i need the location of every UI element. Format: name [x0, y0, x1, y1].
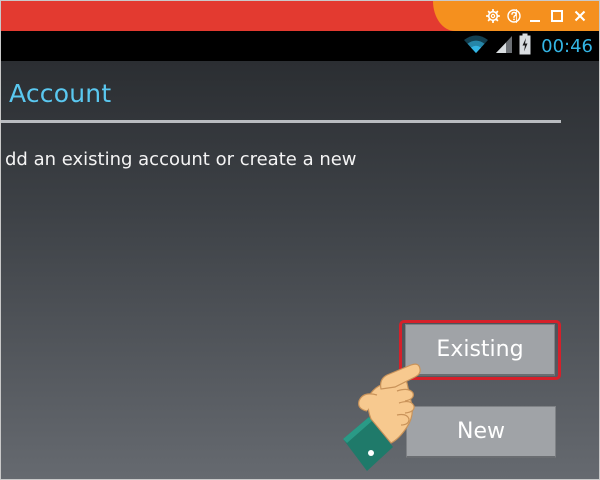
controls-separator [516, 9, 517, 23]
pointing-hand-icon [343, 363, 421, 471]
status-clock: 00:46 [541, 35, 593, 57]
page-title: Account [9, 79, 112, 108]
status-bar: 00:46 [1, 31, 599, 61]
close-icon[interactable] [572, 8, 588, 24]
account-screen: Account dd an existing account or create… [1, 61, 599, 479]
battery-charging-icon [519, 33, 531, 59]
emulator-title-bar [1, 1, 599, 31]
minimize-icon[interactable] [527, 8, 543, 24]
account-description: dd an existing account or create a new [5, 149, 357, 170]
signal-icon [495, 34, 513, 58]
status-icons: 00:46 [463, 31, 593, 61]
gear-icon[interactable] [485, 8, 501, 24]
wifi-icon [463, 34, 489, 58]
help-icon[interactable] [506, 8, 522, 24]
title-divider [1, 120, 561, 123]
emulator-window: 00:46 Account dd an existing account or … [0, 0, 600, 480]
maximize-icon[interactable] [549, 8, 565, 24]
emulator-controls [433, 1, 599, 31]
